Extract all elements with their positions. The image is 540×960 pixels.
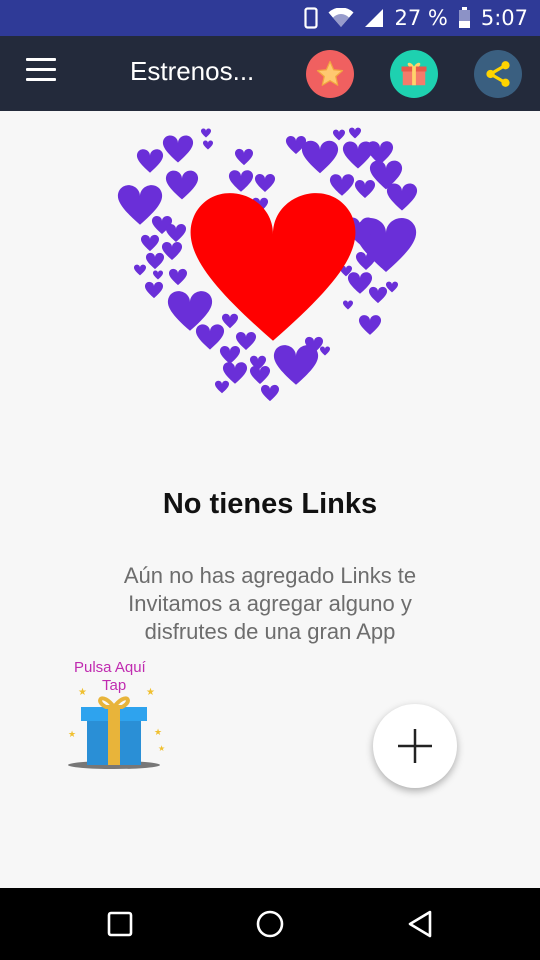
small-heart-icon <box>358 315 382 335</box>
small-heart-icon <box>165 223 187 242</box>
small-heart-icon <box>219 345 241 364</box>
small-heart-icon <box>249 365 271 384</box>
small-heart-icon <box>168 268 188 286</box>
recents-button[interactable] <box>102 906 138 942</box>
small-heart-icon <box>165 170 199 200</box>
svg-text:★: ★ <box>146 687 155 698</box>
empty-state-title: No tienes Links <box>162 488 378 520</box>
app-toolbar: Estrenos... <box>0 36 540 111</box>
small-heart-icon <box>200 128 212 138</box>
small-heart-icon <box>161 241 183 260</box>
home-icon <box>256 910 284 938</box>
svg-text:★: ★ <box>154 728 162 738</box>
small-heart-icon <box>254 173 276 192</box>
small-heart-icon <box>145 252 165 270</box>
signal-icon <box>364 8 384 28</box>
plus-icon <box>398 729 432 763</box>
small-heart-icon <box>140 234 160 252</box>
small-heart-icon <box>202 140 214 150</box>
page-title: Estrenos... <box>130 56 255 86</box>
small-heart-icon <box>136 149 164 173</box>
star-icon <box>316 60 344 86</box>
small-heart-icon <box>235 331 257 350</box>
share-icon <box>486 61 510 87</box>
navigation-bar <box>0 888 540 960</box>
battery-icon <box>458 7 471 29</box>
svg-text:★: ★ <box>68 730 76 740</box>
small-heart-icon <box>152 270 164 280</box>
recents-icon <box>107 911 133 937</box>
gift-button[interactable] <box>390 50 438 98</box>
small-heart-icon <box>162 135 194 163</box>
phone-icon <box>304 7 319 29</box>
small-heart-icon <box>355 251 377 270</box>
rate-button[interactable] <box>306 50 354 98</box>
small-heart-icon <box>329 174 355 196</box>
clock: 5:07 <box>480 6 528 30</box>
promo-gift-button[interactable]: Pulsa Aquí Tap ★ ★ ★ ★ ★ <box>50 655 185 775</box>
gift-icon <box>401 62 427 86</box>
home-button[interactable] <box>252 906 288 942</box>
svg-text:★: ★ <box>158 744 165 753</box>
small-heart-icon <box>273 345 319 385</box>
small-heart-icon <box>234 148 254 166</box>
back-icon <box>408 910 432 938</box>
wifi-icon <box>328 8 354 28</box>
menu-icon[interactable] <box>22 58 62 90</box>
empty-state-message: Aún no has agregado Links te Invitamos a… <box>123 563 417 644</box>
small-heart-icon <box>354 179 376 198</box>
small-heart-icon <box>228 170 254 192</box>
battery-percent: 27 % <box>394 6 448 30</box>
small-heart-icon <box>214 380 230 394</box>
small-heart-icon <box>386 183 418 211</box>
svg-text:★: ★ <box>78 687 87 698</box>
back-button[interactable] <box>402 906 438 942</box>
hearts-illustration <box>117 127 418 402</box>
small-heart-icon <box>222 362 248 384</box>
small-heart-icon <box>260 384 280 402</box>
small-heart-icon <box>348 127 362 139</box>
share-button[interactable] <box>474 50 522 98</box>
small-heart-icon <box>368 286 388 304</box>
small-heart-icon <box>347 272 373 294</box>
small-heart-icon <box>301 140 339 174</box>
small-heart-icon <box>133 264 147 276</box>
small-heart-icon <box>221 313 239 329</box>
small-heart-icon <box>167 291 213 331</box>
small-heart-icon <box>319 346 331 356</box>
small-heart-icon <box>195 324 225 350</box>
small-heart-icon <box>385 281 399 293</box>
small-heart-icon <box>144 281 164 299</box>
add-link-button[interactable] <box>373 704 457 788</box>
gift-box-icon: ★ ★ ★ ★ ★ <box>68 687 165 769</box>
small-heart-icon <box>332 129 346 141</box>
status-bar: 27 % 5:07 <box>0 0 540 36</box>
small-heart-icon <box>342 300 354 310</box>
big-heart-icon <box>190 193 356 341</box>
